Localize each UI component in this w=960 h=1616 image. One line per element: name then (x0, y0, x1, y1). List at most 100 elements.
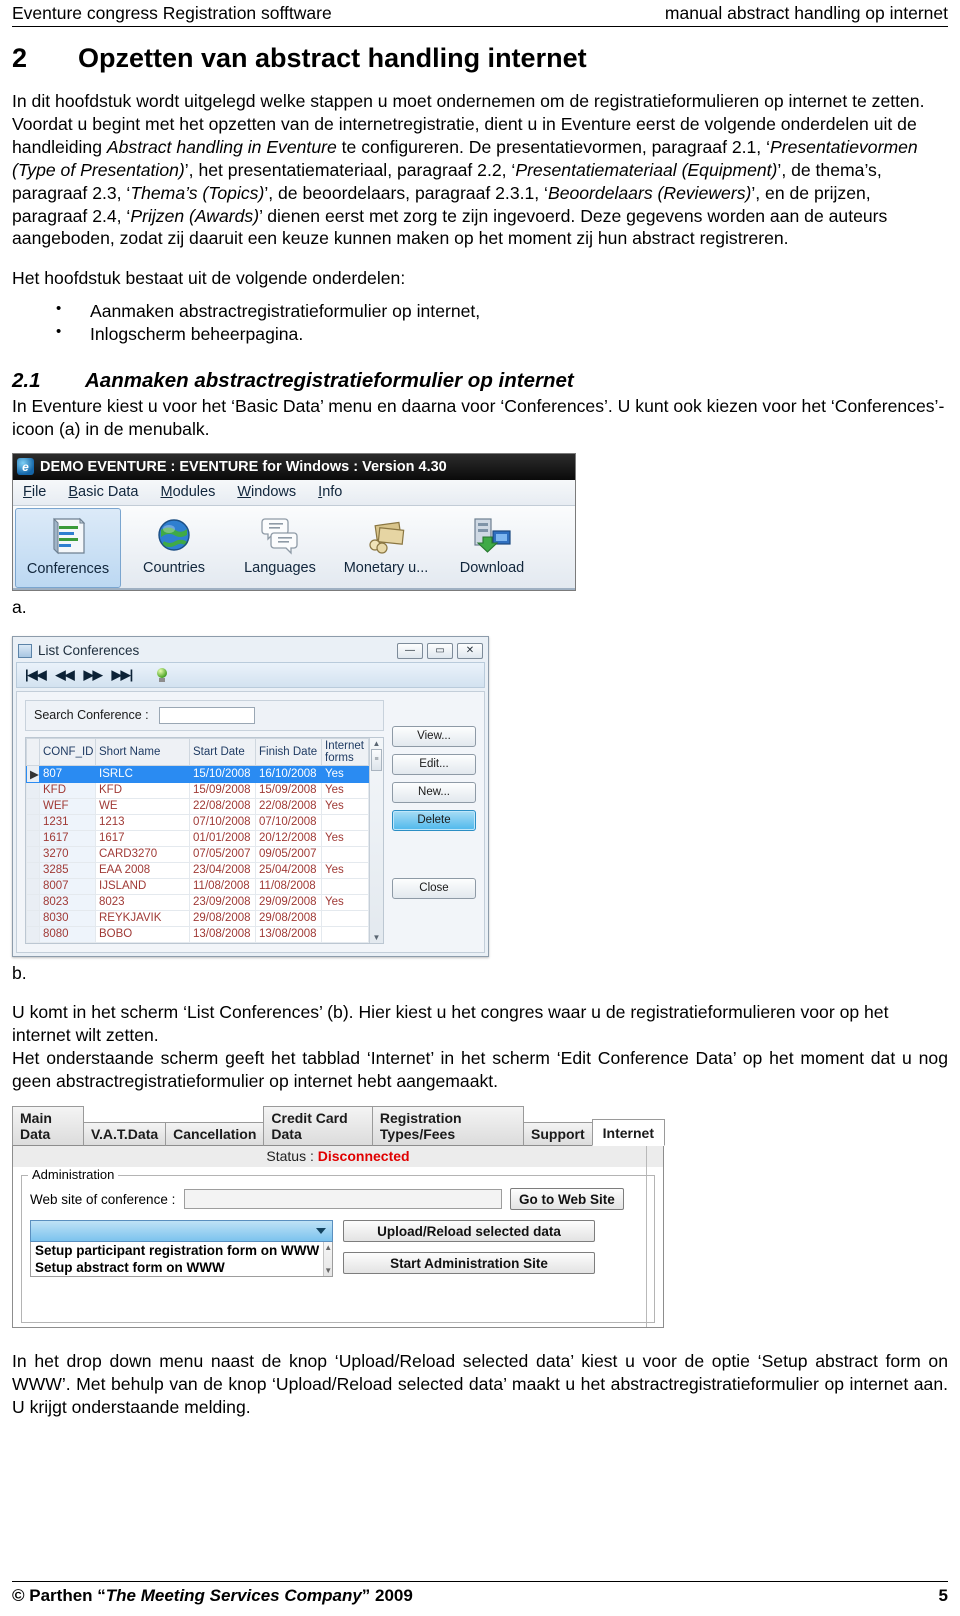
administration-group: Administration Web site of conference : … (21, 1167, 655, 1324)
intro-paragraph-3: Het hoofdstuk bestaat uit de volgende on… (12, 268, 406, 289)
view-button[interactable]: View... (392, 725, 476, 747)
maximize-icon[interactable]: ▭ (427, 642, 453, 659)
edit-button[interactable]: Edit... (392, 753, 476, 775)
cell-finish-date: 16/10/2008 (255, 764, 322, 783)
chevron-down-icon[interactable] (316, 1228, 326, 1235)
setup-combo-head[interactable] (30, 1220, 333, 1243)
page-footer: © Parthen “The Meeting Services Company”… (12, 1581, 948, 1606)
close-icon[interactable]: ✕ (457, 642, 483, 659)
tab-support[interactable]: Support (523, 1122, 593, 1147)
internet-action-buttons: Upload/Reload selected data Start Admini… (343, 1220, 595, 1275)
tab-registration-types-fees[interactable]: Registration Types/Fees (371, 1106, 524, 1147)
figure-list-conferences-dialog: List Conferences — ▭ ✕ |◀◀ ◀◀ ▶▶ ▶▶| Sea… (12, 635, 489, 957)
table-row[interactable]: KFD KFD 15/09/2008 15/09/2008 Yes (26, 781, 369, 799)
toolbar-button-countries[interactable]: Countries (121, 508, 227, 588)
menu-item-file[interactable]: FFileile (23, 484, 46, 500)
menu-item-info[interactable]: Info (318, 484, 342, 500)
scrollbar-thumb[interactable]: ≡ (371, 748, 382, 771)
toolbar-button-conferences[interactable]: Conferences (15, 507, 121, 588)
upload-reload-button[interactable]: Upload/Reload selected data (343, 1220, 595, 1243)
cell-finish-date: 13/08/2008 (255, 925, 322, 943)
toolbar-label-languages: Languages (244, 559, 316, 576)
table-row[interactable]: 3285 EAA 2008 23/04/2008 25/04/2008 Yes (26, 861, 369, 879)
list-item: Aanmaken abstractregistratieformulier op… (56, 299, 948, 323)
toolbar-button-languages[interactable]: Languages (227, 508, 333, 588)
tab-cancellation[interactable]: Cancellation (165, 1122, 265, 1147)
cell-short-name: BOBO (95, 925, 190, 943)
chapter-title: Opzetten van abstract handling internet (78, 43, 587, 74)
table-row[interactable]: 8023 8023 23/09/2008 29/09/2008 Yes (26, 893, 369, 911)
last-record-icon[interactable]: ▶▶| (112, 667, 134, 683)
column-header-conf-id[interactable]: CONF_ID (39, 737, 96, 766)
table-row[interactable]: 8030 REYKJAVIK 29/08/2008 29/08/2008 (26, 909, 369, 927)
combo-option-participant-form[interactable]: Setup participant registration form on W… (31, 1242, 323, 1259)
menu-item-basic-data[interactable]: Basic Data (68, 484, 138, 500)
previous-record-icon[interactable]: ◀◀ (56, 667, 75, 683)
table-row[interactable]: 1617 1617 01/01/2008 20/12/2008 Yes (26, 829, 369, 847)
hint-bulb-icon[interactable] (156, 667, 168, 682)
first-record-icon[interactable]: |◀◀ (25, 667, 47, 683)
menu-item-modules[interactable]: Modules (161, 484, 216, 500)
eventure-title-text: DEMO EVENTURE : EVENTURE for Windows : V… (40, 458, 447, 475)
delete-button[interactable]: Delete (392, 809, 476, 831)
cell-start-date: 07/05/2007 (189, 845, 256, 863)
combo-scrollbar[interactable]: ▲ ▼ (323, 1242, 333, 1277)
table-row[interactable]: 8080 BOBO 13/08/2008 13/08/2008 (26, 925, 369, 943)
cell-start-date: 23/09/2008 (189, 893, 256, 911)
tab-vat-data[interactable]: V.A.T.Data (82, 1122, 167, 1147)
column-header-start-date[interactable]: Start Date (189, 737, 256, 766)
new-button[interactable]: New... (392, 781, 476, 803)
grid-vertical-scrollbar[interactable]: ▲ ≡ ▼ (369, 737, 383, 943)
window-controls: — ▭ ✕ (397, 642, 483, 659)
cell-start-date: 23/04/2008 (189, 861, 256, 879)
table-row[interactable]: 8007 IJSLAND 11/08/2008 11/08/2008 (26, 877, 369, 895)
combo-scroll-down-icon[interactable]: ▼ (324, 1266, 332, 1275)
tab-main-data[interactable]: Main Data (12, 1106, 84, 1147)
row-marker (26, 925, 40, 943)
minimize-icon[interactable]: — (397, 642, 423, 659)
document-page: Eventure congress Registration sofftware… (0, 0, 960, 1616)
column-header-internet-forms[interactable]: Internet forms (321, 737, 369, 766)
cell-short-name: IJSLAND (95, 877, 190, 895)
table-row[interactable]: 1231 1213 07/10/2008 07/10/2008 (26, 813, 369, 831)
figure-a-caption: a. (12, 596, 27, 617)
scroll-down-icon[interactable]: ▼ (373, 933, 381, 942)
cell-short-name: 1213 (95, 813, 190, 831)
cell-internet-forms: Yes (321, 893, 369, 911)
money-icon (366, 512, 406, 558)
cell-internet-forms (321, 877, 369, 895)
list-conferences-title-text: List Conferences (38, 643, 140, 659)
go-to-website-button[interactable]: Go to Web Site (510, 1188, 624, 1211)
chapter-parts-list: Aanmaken abstractregistratieformulier op… (12, 299, 948, 346)
column-header-short-name[interactable]: Short Name (95, 737, 190, 766)
footer-quoted: The Meeting Services Company (105, 1586, 362, 1605)
cell-short-name: KFD (95, 781, 190, 799)
cell-conf-id: WEF (39, 797, 96, 815)
cell-conf-id: 1231 (39, 813, 96, 831)
tab-internet[interactable]: Internet (591, 1119, 665, 1147)
menu-item-windows[interactable]: Windows (237, 484, 296, 500)
intro-paragraph-2: Voordat u begint met het opzetten van de… (12, 113, 948, 250)
search-conference-group: Search Conference : (25, 699, 384, 731)
search-conference-input[interactable] (158, 706, 255, 724)
column-header-finish-date[interactable]: Finish Date (255, 737, 322, 766)
combo-scroll-up-icon[interactable]: ▲ (324, 1243, 332, 1252)
toolbar-button-download[interactable]: Download (439, 508, 545, 588)
window-icon (18, 643, 32, 658)
section-number: 2.1 (12, 368, 41, 392)
next-record-icon[interactable]: ▶▶ (84, 667, 103, 683)
toolbar-button-monetary-units[interactable]: Monetary u... (333, 508, 439, 588)
table-header-row: CONF_ID Short Name Start Date Finish Dat… (26, 737, 369, 766)
administration-group-legend: Administration (28, 1167, 119, 1183)
scroll-up-icon[interactable]: ▲ (373, 739, 381, 748)
table-row[interactable]: ▶ 807 ISRLC 15/10/2008 16/10/2008 Yes (26, 764, 369, 783)
eventure-menu-bar: FFileile Basic Data Modules Windows Info (13, 479, 575, 506)
conferences-table-body: ▶ 807 ISRLC 15/10/2008 16/10/2008 Yes KF… (26, 764, 369, 943)
start-administration-site-button[interactable]: Start Administration Site (343, 1252, 595, 1275)
table-row[interactable]: 3270 CARD3270 07/05/2007 09/05/2007 (26, 845, 369, 863)
close-button[interactable]: Close (392, 877, 476, 899)
combo-option-abstract-form[interactable]: Setup abstract form on WWW (31, 1259, 323, 1276)
tab-credit-card-data[interactable]: Credit Card Data (263, 1106, 373, 1147)
table-row[interactable]: WEF WE 22/08/2008 22/08/2008 Yes (26, 797, 369, 815)
website-input[interactable] (184, 1189, 502, 1210)
